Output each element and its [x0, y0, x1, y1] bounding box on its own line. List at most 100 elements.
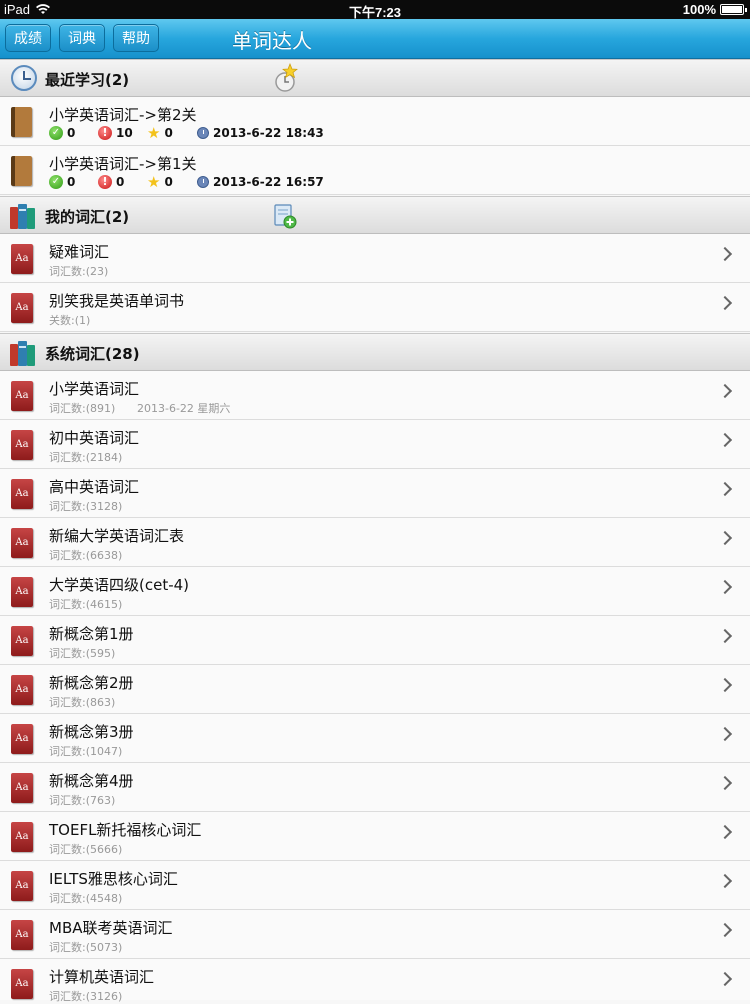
time-stat: 2013-6-22 16:57: [197, 175, 324, 189]
add-vocabulary-icon[interactable]: [273, 203, 297, 229]
chevron-right-icon: [717, 246, 733, 262]
dictionary-icon: Aa: [11, 871, 33, 901]
book-icon: [11, 156, 32, 186]
wrong-stat: ! 0: [98, 175, 124, 189]
dictionary-icon: Aa: [11, 822, 33, 852]
item-count: 词汇数:(2184): [49, 451, 123, 464]
starred-stat: ★ 0: [147, 126, 173, 141]
item-title: 大学英语四级(cet-4): [49, 576, 190, 594]
item-title: 计算机英语词汇: [49, 968, 155, 986]
chevron-right-icon: [717, 295, 733, 311]
dictionary-icon: Aa: [11, 381, 33, 411]
recent-item[interactable]: 小学英语词汇->第2关 ✓ 0 ! 10 ★ 0 2013-6-22 18:43: [0, 97, 750, 146]
item-title: 新概念第2册: [49, 674, 134, 692]
chevron-right-icon: [717, 971, 733, 987]
item-title: 新概念第1册: [49, 625, 134, 643]
chevron-right-icon: [717, 628, 733, 644]
time-icon: [197, 127, 209, 139]
correct-count: 0: [67, 126, 76, 140]
item-title: MBA联考英语词汇: [49, 919, 173, 937]
mine-list-item[interactable]: Aa 疑难词汇 词汇数:(23): [0, 234, 750, 283]
recent-item-title: 小学英语词汇->第1关: [49, 155, 197, 173]
status-right: 100%: [682, 2, 747, 17]
wrong-count: 10: [116, 126, 133, 140]
clock-icon: [11, 65, 37, 91]
item-count: 词汇数:(1047): [49, 745, 123, 758]
system-list-item[interactable]: Aa 初中英语词汇 词汇数:(2184): [0, 420, 750, 469]
item-title: 小学英语词汇: [49, 380, 140, 398]
book-icon: [11, 107, 32, 137]
correct-stat: ✓ 0: [49, 175, 75, 189]
item-title: TOEFL新托福核心词汇: [49, 821, 202, 839]
dictionary-icon: Aa: [11, 920, 33, 950]
item-count: 词汇数:(5073): [49, 941, 123, 954]
starred-count: 0: [164, 126, 173, 140]
chevron-right-icon: [717, 873, 733, 889]
item-title: 别笑我是英语单词书: [49, 292, 185, 310]
chevron-right-icon: [717, 726, 733, 742]
chevron-right-icon: [717, 481, 733, 497]
correct-stat: ✓ 0: [49, 126, 75, 140]
wrong-count: 0: [116, 175, 125, 189]
starred-count: 0: [164, 175, 173, 189]
system-list-item[interactable]: Aa IELTS雅思核心词汇 词汇数:(4548): [0, 861, 750, 910]
system-section-header: 系统词汇(28): [0, 333, 750, 371]
system-list-item[interactable]: Aa 新编大学英语词汇表 词汇数:(6638): [0, 518, 750, 567]
recent-item[interactable]: 小学英语词汇->第1关 ✓ 0 ! 0 ★ 0 2013-6-22 16:57: [0, 146, 750, 195]
system-list-item[interactable]: Aa 新概念第2册 词汇数:(863): [0, 665, 750, 714]
study-time: 2013-6-22 18:43: [213, 126, 324, 140]
system-list-item[interactable]: Aa 小学英语词汇 词汇数:(891) 2013-6-22 星期六: [0, 371, 750, 420]
chevron-right-icon: [717, 432, 733, 448]
dictionary-icon: Aa: [11, 577, 33, 607]
system-list-item[interactable]: Aa 高中英语词汇 词汇数:(3128): [0, 469, 750, 518]
item-count: 词汇数:(23): [49, 265, 109, 278]
system-list-item[interactable]: Aa MBA联考英语词汇 词汇数:(5073): [0, 910, 750, 959]
dictionary-icon: Aa: [11, 773, 33, 803]
nav-bar: 成绩 词典 帮助 单词达人: [0, 19, 750, 59]
chevron-right-icon: [717, 383, 733, 399]
item-title: 疑难词汇: [49, 243, 110, 261]
dictionary-icon: Aa: [11, 244, 33, 274]
item-title: 新概念第3册: [49, 723, 134, 741]
mine-section-title: 我的词汇(2): [45, 208, 130, 226]
dictionary-icon: Aa: [11, 626, 33, 656]
battery-icon: [720, 4, 747, 15]
check-icon: ✓: [49, 175, 63, 189]
battery-percent: 100%: [682, 2, 716, 17]
item-count: 词汇数:(6638): [49, 549, 123, 562]
item-title: 新编大学英语词汇表: [49, 527, 185, 545]
item-count: 词汇数:(5666): [49, 843, 123, 856]
dictionary-icon: Aa: [11, 479, 33, 509]
system-list-item[interactable]: Aa 计算机英语词汇 词汇数:(3126): [0, 959, 750, 1003]
app-title: 单词达人: [232, 29, 312, 53]
system-list-item[interactable]: Aa TOEFL新托福核心词汇 词汇数:(5666): [0, 812, 750, 861]
system-list-item[interactable]: Aa 大学英语四级(cet-4) 词汇数:(4615): [0, 567, 750, 616]
mine-list-item[interactable]: Aa 别笑我是英语单词书 关数:(1): [0, 283, 750, 332]
mine-section-header: 我的词汇(2): [0, 196, 750, 234]
chevron-right-icon: [717, 824, 733, 840]
item-title: 新概念第4册: [49, 772, 134, 790]
books-icon: [10, 341, 35, 366]
item-count: 关数:(1): [49, 314, 91, 327]
item-count: 词汇数:(4615): [49, 598, 123, 611]
item-title: 初中英语词汇: [49, 429, 140, 447]
chevron-right-icon: [717, 922, 733, 938]
dictionary-icon: Aa: [11, 969, 33, 999]
system-list-item[interactable]: Aa 新概念第3册 词汇数:(1047): [0, 714, 750, 763]
recent-section-title: 最近学习(2): [45, 71, 130, 89]
books-icon: [10, 204, 35, 229]
recent-section-header: 最近学习(2): [0, 59, 750, 97]
system-list-item[interactable]: Aa 新概念第4册 词汇数:(763): [0, 763, 750, 812]
system-section-title: 系统词汇(28): [45, 345, 140, 363]
help-button[interactable]: 帮助: [113, 24, 159, 52]
dictionary-icon: Aa: [11, 675, 33, 705]
time-icon: [197, 176, 209, 188]
favorite-clock-icon[interactable]: [273, 63, 299, 93]
starred-stat: ★ 0: [147, 175, 173, 190]
chevron-right-icon: [717, 579, 733, 595]
dictionary-button[interactable]: 词典: [59, 24, 105, 52]
scores-button[interactable]: 成绩: [5, 24, 51, 52]
item-count: 词汇数:(4548): [49, 892, 123, 905]
item-count: 词汇数:(3126): [49, 990, 123, 1003]
system-list-item[interactable]: Aa 新概念第1册 词汇数:(595): [0, 616, 750, 665]
